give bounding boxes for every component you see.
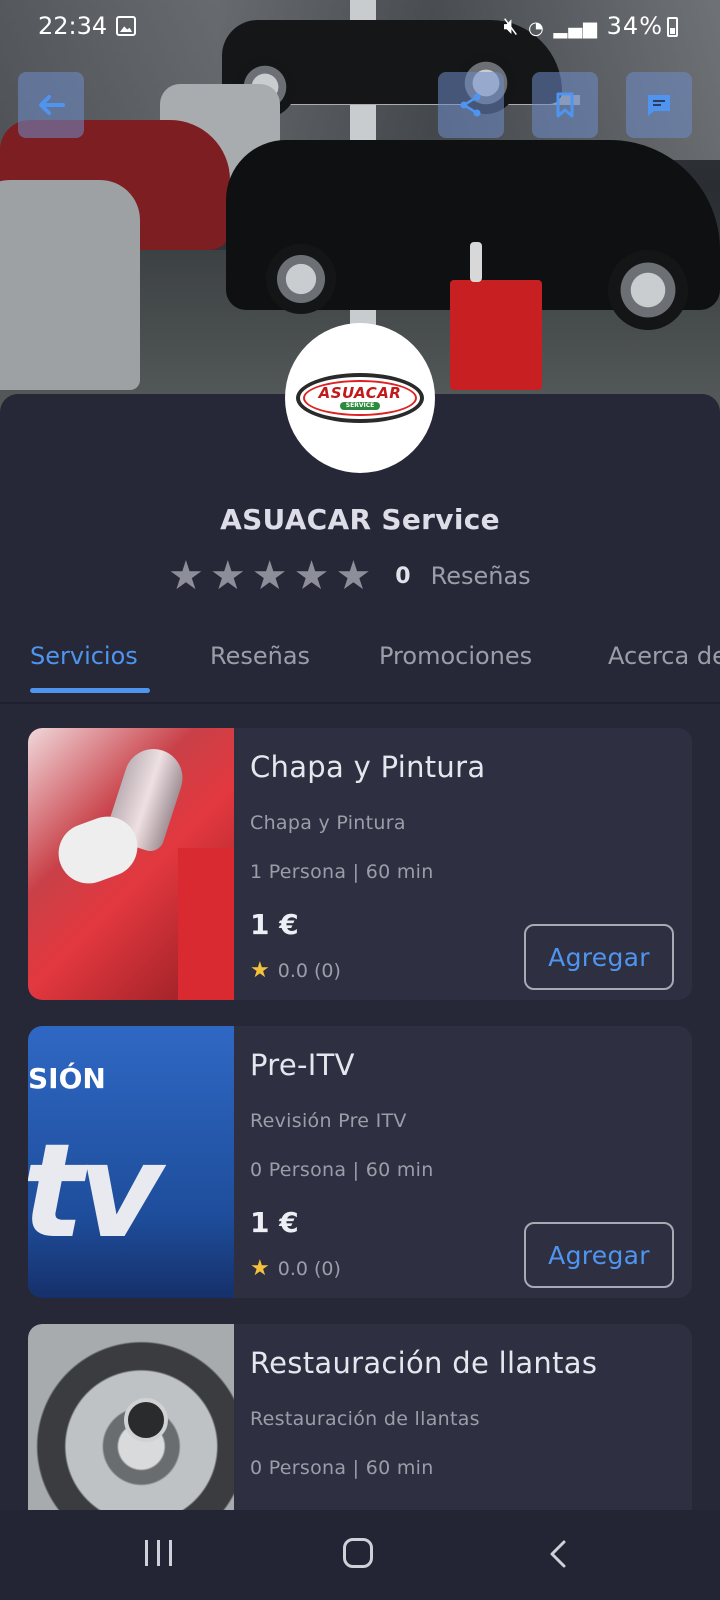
wifi-icon: ◔ — [528, 18, 545, 39]
service-card[interactable]: SIÓN tv Pre-ITV Revisión Pre ITV 0 Perso… — [28, 1026, 692, 1298]
tab-acerca-de[interactable]: Acerca de — [608, 642, 720, 670]
bookmark-icon — [556, 92, 574, 118]
thumbnail-logo-text: tv — [28, 1115, 163, 1267]
service-card[interactable]: Chapa y Pintura Chapa y Pintura 1 Person… — [28, 728, 692, 1000]
system-back-button[interactable] — [548, 1540, 568, 1568]
add-service-button[interactable]: Agregar — [524, 924, 674, 990]
review-count: 0 — [395, 563, 411, 589]
service-thumbnail — [28, 728, 234, 1000]
recents-button[interactable] — [145, 1540, 175, 1568]
business-logo: ASUACAR SERVICE — [285, 323, 435, 473]
mute-icon: 🔇︎ — [503, 12, 520, 40]
battery-icon — [667, 17, 678, 37]
tab-bar: Servicios Reseñas Promociones Acerca de — [0, 630, 720, 704]
star-icon: ★ — [335, 553, 372, 599]
star-icon: ★ — [293, 553, 330, 599]
share-button[interactable] — [438, 72, 504, 138]
service-subtitle: Chapa y Pintura — [250, 812, 406, 834]
share-icon — [460, 93, 481, 117]
service-title: Restauración de llantas — [250, 1346, 598, 1380]
service-rating-value: 0.0 (0) — [277, 1258, 341, 1280]
service-price: 1 € — [250, 908, 299, 941]
tab-promociones[interactable]: Promociones — [379, 642, 532, 670]
add-service-button[interactable]: Agregar — [524, 1222, 674, 1288]
logo-text: ASUACAR — [318, 384, 402, 402]
logo-subtext: SERVICE — [339, 402, 381, 410]
service-title: Pre-ITV — [250, 1048, 355, 1082]
home-button[interactable] — [343, 1538, 373, 1568]
image-notification-icon — [116, 16, 136, 36]
bookmark-button[interactable] — [532, 72, 598, 138]
arrow-left-icon — [39, 95, 65, 115]
service-price: 1 € — [250, 1206, 299, 1239]
service-subtitle: Revisión Pre ITV — [250, 1110, 407, 1132]
signal-icon: ▂▄▆ — [553, 18, 599, 39]
service-thumbnail: SIÓN tv — [28, 1026, 234, 1298]
tab-servicios[interactable]: Servicios — [30, 642, 138, 670]
service-subtitle: Restauración de llantas — [250, 1408, 480, 1430]
reviews-label: Reseñas — [430, 562, 531, 590]
active-tab-indicator — [30, 688, 150, 693]
battery-percent: 34% — [606, 12, 663, 40]
thumbnail-text: SIÓN — [28, 1062, 106, 1095]
business-name: ASUACAR Service — [220, 503, 500, 536]
business-rating[interactable]: ★ ★ ★ ★ ★ 0 Reseñas — [168, 556, 531, 596]
status-indicators: 🔇︎ ◔ ▂▄▆ 34% — [503, 12, 678, 40]
status-time: 22:34 — [38, 12, 108, 40]
system-nav-bar — [0, 1510, 720, 1600]
back-button[interactable] — [18, 72, 84, 138]
service-meta: 0 Persona | 60 min — [250, 1457, 434, 1479]
star-icon: ★ — [251, 553, 288, 599]
star-icon: ★ — [250, 1256, 270, 1281]
status-bar: 22:34 🔇︎ ◔ ▂▄▆ 34% — [0, 0, 720, 54]
service-rating: ★ 0.0 (0) — [250, 958, 341, 983]
tab-resenas[interactable]: Reseñas — [210, 642, 310, 670]
service-meta: 0 Persona | 60 min — [250, 1159, 434, 1181]
service-meta: 1 Persona | 60 min — [250, 861, 434, 883]
chat-button[interactable] — [626, 72, 692, 138]
tab-divider — [0, 702, 720, 704]
chat-icon — [648, 95, 670, 116]
star-icon: ★ — [209, 553, 246, 599]
service-rating-value: 0.0 (0) — [277, 960, 341, 982]
star-icon: ★ — [168, 553, 204, 599]
service-title: Chapa y Pintura — [250, 750, 486, 784]
star-icon: ★ — [250, 958, 270, 983]
service-rating: ★ 0.0 (0) — [250, 1256, 341, 1281]
